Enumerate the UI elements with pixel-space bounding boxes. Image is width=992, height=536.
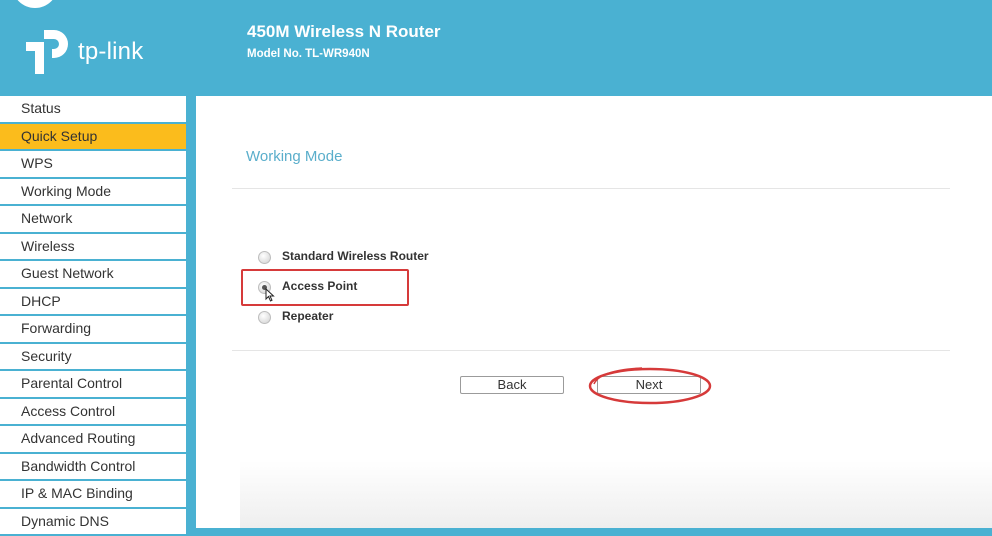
sidebar-menu: Status Quick Setup WPS Working Mode Netw… <box>0 96 186 528</box>
annotation-ellipse <box>586 364 716 408</box>
main-content: Working Mode Standard Wireless Router Ac… <box>196 96 992 528</box>
overlay-circle <box>12 0 58 8</box>
sidebar-item-guest-network[interactable]: Guest Network <box>0 261 186 289</box>
sidebar-item-dynamic-dns[interactable]: Dynamic DNS <box>0 509 186 536</box>
divider-bottom <box>232 350 950 351</box>
sidebar-scroll-edge <box>186 96 196 528</box>
sidebar-item-wps[interactable]: WPS <box>0 151 186 179</box>
brand-name: tp-link <box>78 38 143 66</box>
radio-standard-router[interactable] <box>258 251 271 264</box>
sidebar-item-advanced-routing[interactable]: Advanced Routing <box>0 426 186 454</box>
back-button[interactable]: Back <box>460 376 564 394</box>
divider-top <box>232 188 950 189</box>
sidebar-item-working-mode[interactable]: Working Mode <box>0 179 186 207</box>
sidebar-item-wireless[interactable]: Wireless <box>0 234 186 262</box>
sidebar-item-status[interactable]: Status <box>0 96 186 124</box>
mouse-cursor-icon <box>265 288 275 302</box>
section-title: Working Mode <box>246 148 342 165</box>
sidebar-item-forwarding[interactable]: Forwarding <box>0 316 186 344</box>
sidebar-item-parental-control[interactable]: Parental Control <box>0 371 186 399</box>
sidebar-item-quick-setup[interactable]: Quick Setup <box>0 124 186 152</box>
content-footer-shade <box>240 461 992 528</box>
sidebar-item-access-control[interactable]: Access Control <box>0 399 186 427</box>
sidebar-item-dhcp[interactable]: DHCP <box>0 289 186 317</box>
sidebar-item-network[interactable]: Network <box>0 206 186 234</box>
sidebar-item-bandwidth-control[interactable]: Bandwidth Control <box>0 454 186 482</box>
sidebar-item-security[interactable]: Security <box>0 344 186 372</box>
mode-option-label: Standard Wireless Router <box>282 249 429 263</box>
sidebar-item-ip-mac-binding[interactable]: IP & MAC Binding <box>0 481 186 509</box>
mode-option-label: Repeater <box>282 309 333 323</box>
product-title: 450M Wireless N Router <box>247 22 441 42</box>
tp-link-logo-icon <box>22 28 74 76</box>
model-number: Model No. TL-WR940N <box>247 48 370 60</box>
radio-repeater[interactable] <box>258 311 271 324</box>
header-bar: tp-link 450M Wireless N Router Model No.… <box>0 0 992 96</box>
